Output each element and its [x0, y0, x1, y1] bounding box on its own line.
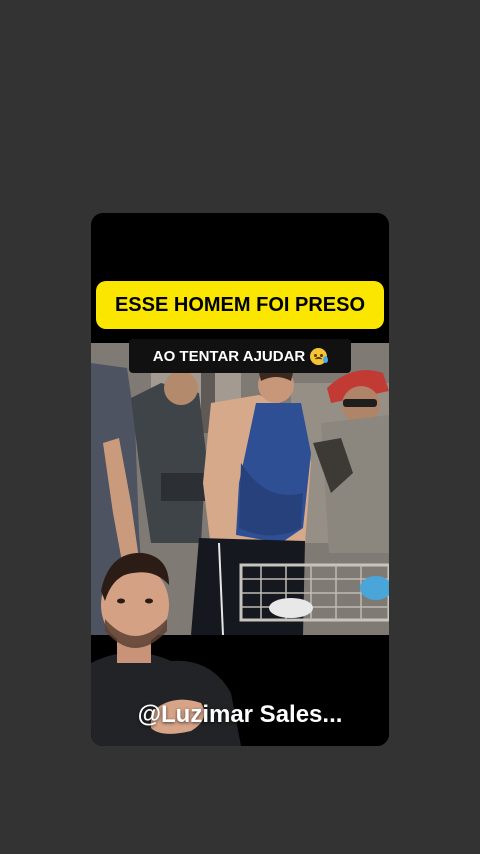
subtitle-text: AO TENTAR AJUDAR — [152, 347, 306, 365]
headline-banner: ESSE HOMEM FOI PRESO — [96, 281, 384, 329]
crying-face-emoji-icon — [310, 347, 329, 365]
headline-text: ESSE HOMEM FOI PRESO — [114, 293, 366, 316]
story-card[interactable]: ESSE HOMEM FOI PRESO AO TENTAR AJUDAR @L… — [91, 213, 389, 746]
subtitle-banner: AO TENTAR AJUDAR — [129, 339, 351, 373]
author-handle[interactable]: @Luzimar Sales... — [91, 701, 389, 729]
